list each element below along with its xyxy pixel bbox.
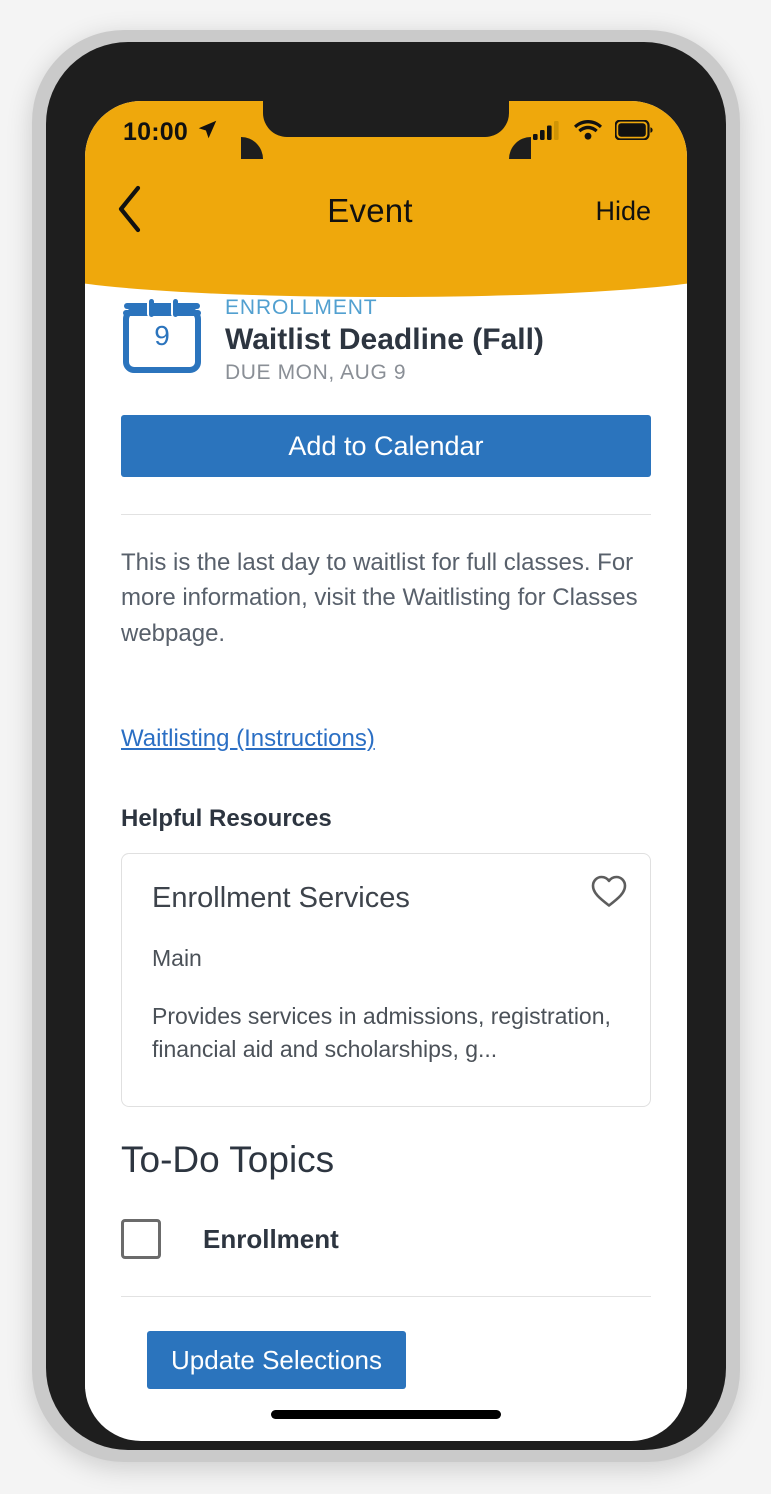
todo-checkbox[interactable] bbox=[121, 1219, 161, 1260]
add-to-calendar-button[interactable]: Add to Calendar bbox=[121, 415, 651, 477]
resource-card[interactable]: Enrollment Services Main Provides servic… bbox=[121, 852, 651, 1108]
update-selections-button[interactable]: Update Selections bbox=[147, 1331, 407, 1390]
navigation-bar: Event Hide bbox=[85, 163, 687, 259]
svg-text:9: 9 bbox=[154, 320, 170, 351]
location-arrow-icon bbox=[197, 119, 218, 145]
content-area: 9 ENROLLMENT Waitlist Deadline (Fall) DU… bbox=[85, 271, 687, 1390]
event-category: ENROLLMENT bbox=[225, 296, 378, 319]
todo-item-label: Enrollment bbox=[203, 1223, 339, 1254]
home-indicator[interactable] bbox=[271, 1410, 501, 1419]
status-bar: 10:00 bbox=[85, 101, 687, 163]
status-bar-left: 10:00 bbox=[123, 118, 218, 147]
resource-campus: Main bbox=[152, 944, 202, 971]
page-title: Event bbox=[327, 192, 413, 229]
app-header: 10:00 Event Hide bbox=[85, 101, 687, 297]
resource-description: Provides services in admissions, registr… bbox=[152, 1002, 611, 1063]
event-due-date: DUE MON, AUG 9 bbox=[225, 361, 407, 384]
status-time: 10:00 bbox=[123, 117, 188, 146]
event-meta: ENROLLMENT Waitlist Deadline (Fall) DUE … bbox=[225, 291, 544, 385]
status-bar-right bbox=[533, 118, 653, 145]
resource-name: Enrollment Services bbox=[152, 881, 410, 914]
event-title: Waitlist Deadline (Fall) bbox=[225, 323, 544, 356]
calendar-icon: 9 bbox=[121, 291, 203, 385]
heart-outline-icon[interactable] bbox=[590, 874, 628, 913]
battery-full-icon bbox=[614, 118, 653, 145]
todo-list-item[interactable]: Enrollment bbox=[121, 1219, 651, 1260]
divider-todo bbox=[121, 1296, 651, 1298]
helpful-resources-heading: Helpful Resources bbox=[121, 804, 332, 832]
wifi-icon bbox=[574, 119, 602, 145]
cellular-signal-icon bbox=[533, 120, 561, 145]
chevron-left-icon bbox=[115, 184, 145, 239]
back-button[interactable] bbox=[115, 184, 179, 239]
waitlisting-instructions-link[interactable]: Waitlisting (Instructions) bbox=[121, 725, 375, 753]
event-description: This is the last day to waitlist for ful… bbox=[121, 549, 638, 647]
todo-topics-heading: To-Do Topics bbox=[121, 1139, 335, 1181]
phone-screen: 10:00 Event Hide 9 ENROLLMENT Waitlist D… bbox=[85, 101, 687, 1441]
divider bbox=[121, 514, 651, 515]
phone-frame: 10:00 Event Hide 9 ENROLLMENT Waitlist D… bbox=[32, 30, 740, 1462]
hide-button[interactable]: Hide bbox=[561, 196, 651, 227]
